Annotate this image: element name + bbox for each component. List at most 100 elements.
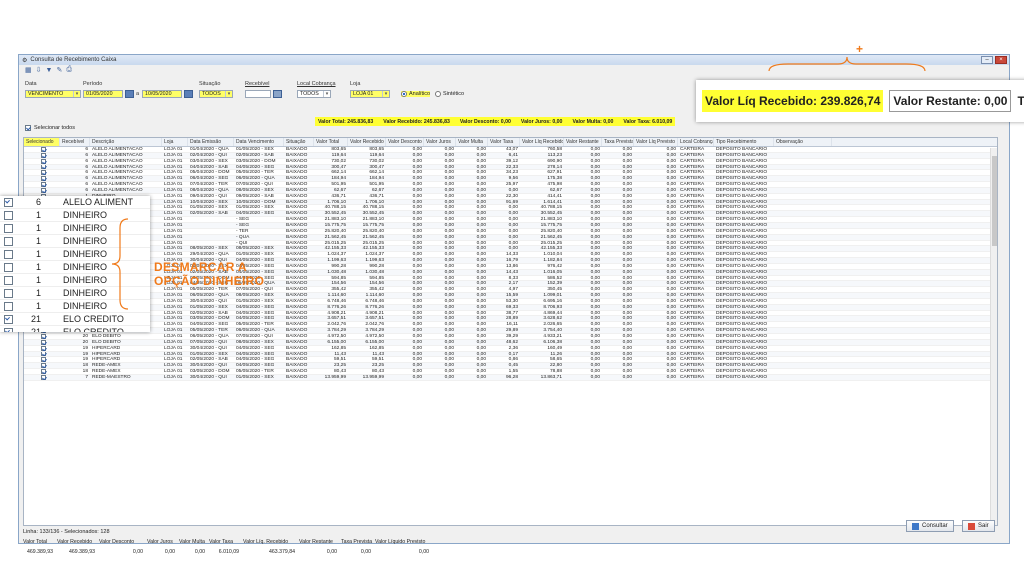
edit-icon[interactable]: ✎ — [56, 66, 62, 74]
column-header[interactable]: Selecionado — [24, 138, 60, 146]
column-header[interactable]: Taxa Prevista — [602, 138, 634, 146]
checkbox-icon[interactable] — [25, 125, 31, 131]
consultar-button[interactable]: Consultar — [906, 520, 954, 532]
column-header[interactable]: Descrição — [90, 138, 162, 146]
table-cell: 15.775,75 — [362, 222, 384, 228]
local-cobranca-select[interactable]: TODOS ▾ — [297, 90, 331, 98]
table-cell: 6.748,46 — [365, 298, 384, 304]
column-header[interactable]: Valor Restante — [564, 138, 602, 146]
calendar-icon[interactable] — [125, 90, 134, 98]
column-header[interactable]: Observação — [774, 138, 832, 146]
periodo-to-field[interactable]: 10/05/2020 — [142, 90, 182, 98]
column-header[interactable]: Valor Líq Previsto — [634, 138, 678, 146]
table-cell: 0,00 — [444, 351, 454, 357]
print-icon[interactable]: ⎙ — [66, 66, 72, 74]
column-header[interactable]: Valor Taxa — [488, 138, 520, 146]
row-checkbox[interactable] — [40, 164, 46, 170]
recebivel-input[interactable] — [245, 90, 271, 98]
table-cell: 0,00 — [412, 374, 422, 380]
radio-analitico[interactable]: Analítico — [401, 91, 431, 97]
column-header[interactable]: Data Emissão — [188, 138, 234, 146]
table-cell: BAIXADO — [286, 187, 308, 193]
table-cell: LOJA 01 — [164, 158, 183, 164]
periodo-from-field[interactable]: 01/05/2020 — [83, 90, 123, 98]
sair-button[interactable]: Sair — [962, 520, 995, 532]
table-cell: DEPOSITO BANCARIO — [716, 357, 768, 363]
table-cell: BAIXADO — [286, 193, 308, 199]
column-header[interactable]: Tipo Recebimento — [714, 138, 774, 146]
row-checkbox[interactable] — [40, 374, 46, 380]
table-cell: 662,14 — [331, 170, 346, 176]
situacao-select[interactable]: TODOS ▾ — [199, 90, 233, 98]
column-header[interactable]: Valor Multa — [456, 138, 488, 146]
column-header[interactable]: Valor Total — [314, 138, 348, 146]
loja-select[interactable]: LOJA 01 ▾ — [350, 90, 390, 98]
table-cell: 0,00 — [412, 293, 422, 298]
table-cell: 355,42 — [331, 287, 346, 293]
column-header[interactable]: Loja — [162, 138, 188, 146]
row-checkbox[interactable] — [40, 334, 46, 339]
row-checkbox[interactable] — [40, 357, 46, 363]
row-checkbox[interactable] — [40, 158, 46, 164]
row-checkbox[interactable] — [40, 339, 46, 345]
table-cell: CARTEIRA — [680, 234, 705, 240]
table-cell: 30/04/2020 - QUI — [190, 345, 227, 351]
grid-icon[interactable]: ▦ — [25, 66, 32, 74]
column-header[interactable]: Valor Recebido — [348, 138, 386, 146]
table-cell: 1.024,37 — [365, 252, 384, 258]
row-checkbox[interactable] — [40, 187, 46, 193]
data-select[interactable]: VENCIMENTO ▾ — [25, 90, 81, 98]
table-cell: 04/05/2020 - SEG — [236, 304, 275, 310]
minimize-button[interactable]: – — [981, 56, 993, 64]
column-header[interactable]: Local Cobrança — [678, 138, 714, 146]
radio-sintetico[interactable]: Sintético — [435, 91, 464, 97]
row-checkbox[interactable] — [40, 363, 46, 369]
table-cell: 08/05/2020 - SEX — [190, 246, 228, 252]
row-checkbox[interactable] — [40, 351, 46, 357]
row-checkbox[interactable] — [40, 369, 46, 374]
table-cell — [774, 316, 832, 321]
table-cell: 0,00 — [622, 316, 632, 322]
column-header[interactable]: Valor Desconto — [386, 138, 424, 146]
row-checkbox[interactable] — [40, 152, 46, 158]
table-cell: 04/05/2020 - SEG — [236, 211, 275, 217]
table-cell: BAIXADO — [286, 222, 308, 228]
column-header[interactable]: Valor Juros — [424, 138, 456, 146]
table-cell: LOJA 01 — [164, 164, 183, 170]
receipts-table: Selecionado Recebível Descrição Loja Data Em… — [23, 137, 998, 526]
table-cell: 3.657,51 — [365, 316, 384, 322]
table-cell: 8.776,26 — [327, 304, 346, 310]
row-checkbox[interactable] — [40, 176, 46, 182]
table-cell — [774, 311, 832, 316]
column-header[interactable]: Data Vencimento — [234, 138, 284, 146]
row-checkbox[interactable] — [40, 170, 46, 176]
filter-icon[interactable]: ▼ — [46, 67, 53, 74]
table-cell: 19 — [82, 345, 88, 351]
table-cell: 0,00 — [622, 246, 632, 252]
table-cell: 0,00 — [622, 211, 632, 217]
checkbox-icon — [4, 327, 13, 332]
table-row[interactable]: 7 REDE-MAESTRO LOJA 01 30/04/2020 - QUI 01/0… — [24, 374, 997, 381]
row-checkbox[interactable] — [40, 182, 46, 187]
row-checkbox[interactable] — [40, 345, 46, 351]
table-cell: 976,42 — [547, 263, 562, 269]
column-header[interactable]: Situação — [284, 138, 314, 146]
table-cell: 0,00 — [590, 339, 600, 345]
total-value: Valor Total: 245.836,83 — [318, 118, 374, 125]
search-icon[interactable] — [273, 90, 282, 98]
table-cell: 6,41 — [508, 152, 518, 158]
column-header[interactable]: Valor Líq Recebido — [520, 138, 564, 146]
calendar-icon[interactable] — [184, 90, 193, 98]
vertical-scrollbar[interactable] — [990, 148, 997, 525]
column-header[interactable]: Recebível — [60, 138, 90, 146]
close-button[interactable]: × — [995, 56, 1007, 64]
table-cell: BAIXADO — [286, 310, 308, 316]
callout-code: 21 — [30, 314, 41, 324]
table-cell: LOJA 01 — [164, 363, 183, 369]
select-all-checkbox[interactable]: Selecionar todos — [25, 125, 75, 131]
bottom-value: 0,00 — [360, 549, 371, 555]
row-checkbox[interactable] — [40, 147, 46, 152]
table-cell: ALELO ALIMENTACAO — [92, 176, 143, 182]
export-icon[interactable]: ⇩ — [36, 66, 42, 74]
table-cell — [774, 352, 832, 357]
